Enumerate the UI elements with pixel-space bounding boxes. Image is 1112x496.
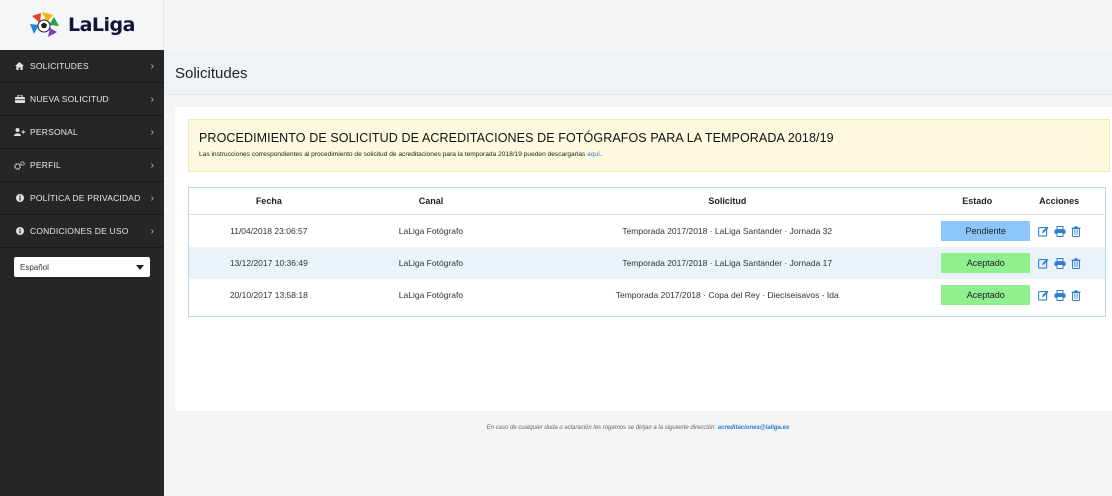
laliga-logo-icon: [30, 12, 59, 37]
chevron-right-icon: ›: [150, 192, 154, 204]
cell-acciones: [1013, 289, 1105, 301]
laliga-logo[interactable]: LaLiga: [28, 10, 135, 40]
notice-text-body: Las instrucciones correspondientes al pr…: [199, 151, 588, 158]
logo-area[interactable]: LaLiga: [0, 0, 164, 50]
notice-text-end: .: [600, 151, 602, 158]
page-header: Solicitudes: [164, 50, 1112, 95]
cell-canal: LaLiga Fotógrafo: [398, 226, 464, 236]
cell-solicitud: Temporada 2017/2018 · LaLiga Santander ·…: [622, 226, 833, 236]
column-header-acciones: Acciones: [1039, 196, 1080, 206]
main-panel: PROCEDIMIENTO DE SOLICITUD DE ACREDITACI…: [175, 107, 1112, 411]
edit-icon[interactable]: [1037, 258, 1049, 269]
sidebar-item-label: CONDICIONES DE USO: [30, 226, 129, 236]
cell-estado: Pendiente: [941, 221, 1031, 241]
column-header-solicitud[interactable]: Solicitud: [513, 196, 941, 206]
home-icon: [14, 62, 25, 70]
cell-acciones: [1013, 225, 1105, 237]
sidebar-item-label: NUEVA SOLICITUD: [30, 94, 109, 104]
notice-text: Las instrucciones correspondientes al pr…: [199, 151, 1109, 158]
chevron-right-icon: ›: [150, 225, 154, 237]
trash-icon[interactable]: [1071, 257, 1081, 269]
trash-icon[interactable]: [1071, 225, 1081, 237]
cell-fecha: 20/10/2017 13:58:18: [229, 290, 308, 300]
add-user-icon: [14, 128, 25, 136]
edit-icon[interactable]: [1037, 290, 1049, 301]
print-icon[interactable]: [1054, 225, 1066, 237]
language-selected: Español: [20, 262, 49, 272]
download-link[interactable]: aquí: [587, 151, 600, 158]
cell-canal: LaLiga Fotógrafo: [398, 258, 464, 268]
language-select[interactable]: Español: [14, 257, 150, 277]
info-icon: [14, 227, 25, 235]
info-icon: [14, 194, 25, 202]
table-header-row: Fecha Canal Solicitud Estado Acciones: [189, 188, 1105, 215]
notice-title: PROCEDIMIENTO DE SOLICITUD DE ACREDITACI…: [199, 131, 834, 145]
cell-estado: Aceptado: [941, 253, 1031, 273]
app-root: LaLiga SOLICITUDES › NUEVA SOLICITUD › P…: [0, 0, 1112, 496]
briefcase-icon: [14, 95, 25, 103]
sidebar-item-perfil[interactable]: PERFIL ›: [0, 149, 164, 182]
sidebar-item-politica-privacidad[interactable]: POLÍTICA DE PRIVACIDAD ›: [0, 182, 164, 215]
table-body: 11/04/2018 23:06:57 LaLiga Fotógrafo Tempo…: [189, 215, 1105, 311]
cell-canal: LaLiga Fotógrafo: [398, 290, 464, 300]
cell-fecha: 11/04/2018 23:06:57: [230, 226, 308, 236]
row-actions: [1013, 225, 1105, 237]
row-actions: [1013, 257, 1105, 269]
table-row: 20/10/2017 13:58:18 LaLiga Fotógrafo Tempo…: [189, 279, 1105, 311]
print-icon[interactable]: [1054, 289, 1066, 301]
print-icon[interactable]: [1054, 257, 1066, 269]
sidebar-item-label: POLÍTICA DE PRIVACIDAD: [30, 193, 141, 203]
cell-fecha: 13/12/2017 10:36:49: [229, 258, 308, 268]
chevron-right-icon: ›: [150, 93, 154, 105]
row-actions: [1013, 289, 1105, 301]
sidebar-nav: SOLICITUDES › NUEVA SOLICITUD › PERSONAL…: [0, 50, 164, 248]
requests-table: Fecha Canal Solicitud Estado Acciones 11…: [188, 187, 1106, 317]
sidebar-item-solicitudes[interactable]: SOLICITUDES ›: [0, 50, 164, 83]
cell-acciones: [1013, 257, 1105, 269]
cell-solicitud: Temporada 2017/2018 · Copa del Rey · Die…: [615, 290, 839, 300]
brand-name: LaLiga: [68, 14, 135, 36]
sidebar-item-label: PERFIL: [30, 160, 61, 170]
table-row: 13/12/2017 10:36:49 LaLiga Fotógrafo Tempo…: [189, 247, 1105, 279]
sidebar-item-personal[interactable]: PERSONAL ›: [0, 116, 164, 149]
table-row: 11/04/2018 23:06:57 LaLiga Fotógrafo Tempo…: [189, 215, 1105, 247]
column-header-canal[interactable]: Canal: [349, 196, 514, 206]
language-selector-wrap: Español: [0, 248, 164, 286]
edit-icon[interactable]: [1037, 226, 1049, 237]
page-title: Solicitudes: [175, 65, 248, 82]
footer-text: En caso de cualquier duda o aclaración l…: [486, 425, 718, 431]
sidebar-item-label: SOLICITUDES: [30, 61, 89, 71]
caret-down-icon: [136, 264, 144, 270]
column-header-estado[interactable]: Estado: [941, 196, 1013, 206]
footer: En caso de cualquier duda o aclaración l…: [164, 425, 1112, 431]
cell-solicitud: Temporada 2017/2018 · LaLiga Santander ·…: [622, 258, 833, 268]
chevron-right-icon: ›: [150, 159, 154, 171]
notice-box: PROCEDIMIENTO DE SOLICITUD DE ACREDITACI…: [188, 119, 1110, 172]
sidebar: LaLiga SOLICITUDES › NUEVA SOLICITUD › P…: [0, 0, 164, 496]
contact-email-link[interactable]: acreditaciones@laliga.es: [718, 425, 790, 431]
trash-icon[interactable]: [1071, 289, 1081, 301]
column-header-fecha[interactable]: Fecha: [189, 196, 349, 206]
chevron-right-icon: ›: [150, 126, 154, 138]
sidebar-item-condiciones-uso[interactable]: CONDICIONES DE USO ›: [0, 215, 164, 248]
gears-icon: [14, 160, 25, 170]
sidebar-item-nueva-solicitud[interactable]: NUEVA SOLICITUD ›: [0, 83, 164, 116]
cell-estado: Aceptado: [941, 285, 1031, 305]
chevron-right-icon: ›: [150, 60, 154, 72]
sidebar-item-label: PERSONAL: [30, 127, 78, 137]
